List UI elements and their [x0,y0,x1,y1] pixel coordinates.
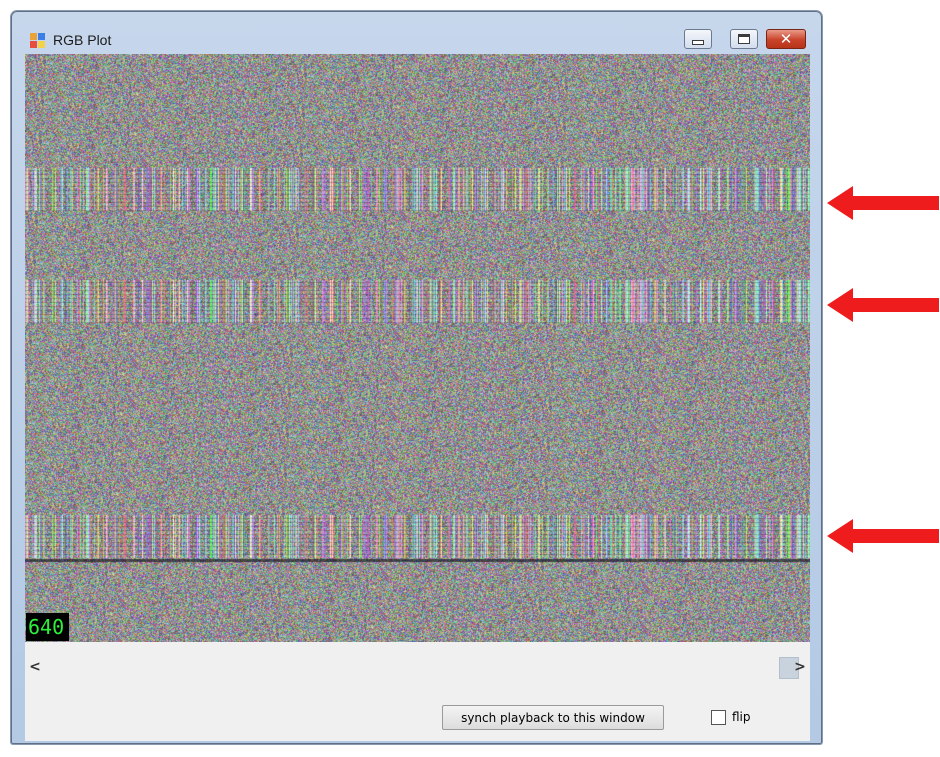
close-button[interactable]: ✕ [766,29,806,49]
red-arrow-annotation-1 [827,186,939,220]
left-arrow-icon [827,186,939,220]
close-icon: ✕ [779,29,793,48]
flip-checkbox[interactable] [711,710,726,725]
scroll-right-arrow-icon[interactable]: > [790,653,810,681]
title-bar[interactable]: RGB Plot ✕ [12,12,821,54]
minimize-button[interactable] [684,29,712,49]
rgb-plot-window: RGB Plot ✕ 640 < > synch playback to thi… [11,11,822,744]
scroll-left-arrow-icon[interactable]: < [25,653,45,681]
minimize-icon [692,39,704,45]
window-title: RGB Plot [53,32,112,48]
maximize-icon [738,34,750,44]
left-arrow-icon [827,519,939,553]
sync-playback-button[interactable]: synch playback to this window [442,705,664,730]
app-icon[interactable] [30,33,46,49]
rgb-noise-plot[interactable] [25,54,810,642]
flip-label: flip [732,710,751,724]
red-arrow-annotation-2 [827,288,939,322]
client-area: 640 < > synch playback to this window fl… [25,54,810,741]
red-arrow-annotation-3 [827,519,939,553]
horizontal-scrollbar[interactable]: < > [25,653,810,681]
left-arrow-icon [827,288,939,322]
maximize-button[interactable] [730,29,758,49]
frame-counter: 640 [26,613,69,641]
